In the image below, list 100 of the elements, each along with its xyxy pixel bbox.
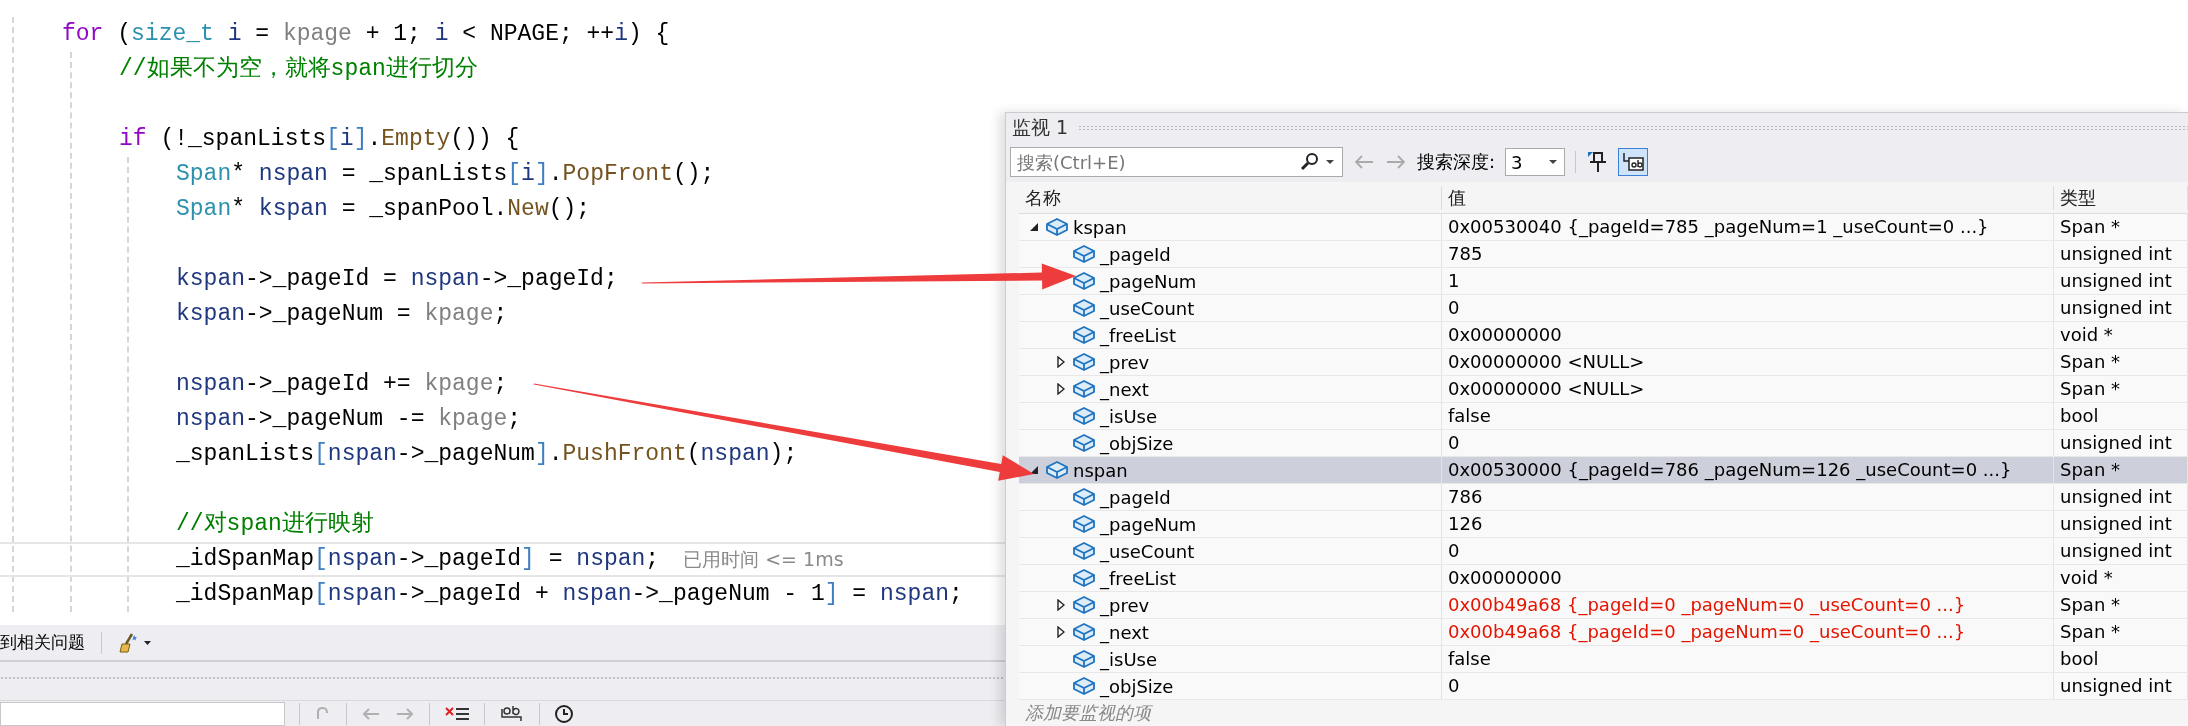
pin-icon[interactable] xyxy=(1586,150,1609,175)
value-cell: 126 xyxy=(1442,511,2054,538)
column-header[interactable]: 值 xyxy=(1442,185,2054,210)
search-field[interactable]: 搜索(Ctrl+E) xyxy=(1010,147,1343,178)
expanded-arrow-icon[interactable] xyxy=(1029,222,1039,233)
clock-icon[interactable] xyxy=(554,703,574,724)
column-header[interactable]: 名称 xyxy=(1019,185,1442,210)
watch-row[interactable]: _isUse false bool xyxy=(1019,646,2188,674)
column-header[interactable]: 类型 xyxy=(2054,185,2188,210)
field-icon xyxy=(1072,433,1096,454)
type-cell: Span * xyxy=(2054,592,2188,619)
depth-dropdown[interactable]: 3 xyxy=(1505,148,1566,177)
value-cell: 0x00b49a68 {_pageId=0 _pageNum=0 _useCount=0 ...} xyxy=(1442,592,2054,619)
value-cell: 0x00000000 xyxy=(1442,565,2054,592)
type-cell: bool xyxy=(2054,403,2188,430)
caret-icon[interactable] xyxy=(1547,158,1560,167)
watch-row[interactable]: _next 0x00b49a68 {_pageId=0 _pageNum=0 _useCount=0 ...} Span * xyxy=(1019,619,2188,647)
broom-icon[interactable] xyxy=(118,631,152,654)
type-cell: Span * xyxy=(2054,376,2188,403)
watch-row[interactable]: kspan 0x00530040 {_pageId=785 _pageNum=1 _useCount=0 ...} Span * xyxy=(1019,214,2188,242)
variable-name: _pageId xyxy=(1100,486,1171,508)
type-cell: unsigned int xyxy=(2054,673,2188,700)
type-cell: unsigned int xyxy=(2054,511,2188,538)
value-cell: false xyxy=(1442,646,2054,673)
watch-row[interactable]: _objSize 0 unsigned int xyxy=(1019,430,2188,458)
field-icon xyxy=(1072,595,1096,616)
depth-label: 搜索深度: xyxy=(1417,150,1496,175)
code-line: nspan->_pageId += kpage; xyxy=(176,370,508,399)
type-cell: Span * xyxy=(2054,457,2188,484)
variable-name: _pageId xyxy=(1100,243,1171,265)
collapsed-arrow-icon[interactable] xyxy=(1057,356,1065,369)
collapsed-arrow-icon[interactable] xyxy=(1057,626,1065,639)
value-cell: 786 xyxy=(1442,484,2054,511)
variable-name: _objSize xyxy=(1100,432,1174,454)
value-cell: 0 xyxy=(1442,673,2054,700)
watch-row[interactable]: _pageId 786 unsigned int xyxy=(1019,484,2188,512)
value-cell: 0x00530040 {_pageId=785 _pageNum=1 _useCount=0 ...} xyxy=(1442,214,2054,241)
toggle-button[interactable] xyxy=(1618,148,1649,177)
code-line: if (!_spanLists[i].Empty()) { xyxy=(119,125,520,154)
watch-row[interactable]: _useCount 0 unsigned int xyxy=(1019,538,2188,566)
field-icon xyxy=(1072,514,1096,535)
field-icon xyxy=(1072,271,1096,292)
code-line: kspan->_pageId = nspan->_pageId; xyxy=(176,265,618,294)
code-line: _idSpanMap[nspan->_pageId + nspan->_pageNum - 1] = nspan; xyxy=(176,580,963,609)
field-icon xyxy=(1072,406,1096,427)
type-cell: Span * xyxy=(2054,349,2188,376)
inline-hint: 已用时间 <= 1ms xyxy=(683,547,844,572)
watch-row[interactable]: _prev 0x00b49a68 {_pageId=0 _pageNum=0 _useCount=0 ...} Span * xyxy=(1019,592,2188,620)
watch-row[interactable]: _pageNum 126 unsigned int xyxy=(1019,511,2188,539)
value-cell: 0x00000000 xyxy=(1442,322,2054,349)
variable-name: _freeList xyxy=(1100,567,1176,589)
variable-name: _next xyxy=(1100,621,1149,643)
dropdown-field[interactable] xyxy=(0,701,285,726)
watch-row[interactable]: _pageId 785 unsigned int xyxy=(1019,241,2188,269)
variable-name: _prev xyxy=(1100,351,1150,373)
variable-name: _isUse xyxy=(1100,648,1157,670)
variable-name: _freeList xyxy=(1100,324,1176,346)
field-icon xyxy=(1072,352,1096,373)
field-icon xyxy=(1072,487,1096,508)
watch-row[interactable]: _freeList 0x00000000 void * xyxy=(1019,565,2188,593)
type-cell: bool xyxy=(2054,646,2188,673)
field-icon xyxy=(1072,244,1096,265)
value-cell: 0x00000000 <NULL> xyxy=(1442,376,2054,403)
code-line: kspan->_pageNum = kpage; xyxy=(176,300,508,329)
value-cell: false xyxy=(1442,403,2054,430)
type-cell: Span * xyxy=(2054,619,2188,646)
field-icon xyxy=(1072,649,1096,670)
error-list-label: 到相关问题 xyxy=(0,631,85,654)
collapsed-arrow-icon[interactable] xyxy=(1057,383,1065,396)
type-cell: Span * xyxy=(2054,214,2188,241)
field-icon xyxy=(1072,676,1096,697)
type-cell: unsigned int xyxy=(2054,241,2188,268)
value-cell: 0x00530000 {_pageId=786 _pageNum=126 _useCount=0 ...} xyxy=(1442,457,2054,484)
code-line: _spanLists[nspan->_pageNum].PushFront(nspan); xyxy=(176,440,798,469)
field-icon xyxy=(1045,460,1069,481)
variable-name: _useCount xyxy=(1100,297,1195,319)
watch-row[interactable]: _objSize 0 unsigned int xyxy=(1019,673,2188,701)
watch-row[interactable]: nspan 0x00530000 {_pageId=786 _pageNum=126 _useCount=0 ...} Span * xyxy=(1019,457,2188,485)
ab-icon[interactable] xyxy=(499,703,525,724)
field-icon xyxy=(1072,568,1096,589)
ab-icon xyxy=(1621,151,1646,174)
watch-row[interactable]: _prev 0x00000000 <NULL> Span * xyxy=(1019,349,2188,377)
code-line: //对span进行映射 xyxy=(176,510,374,539)
search-icon[interactable] xyxy=(1299,152,1321,173)
watch-row[interactable]: _useCount 0 unsigned int xyxy=(1019,295,2188,323)
variable-name: _useCount xyxy=(1100,540,1195,562)
watch-row[interactable]: _freeList 0x00000000 void * xyxy=(1019,322,2188,350)
value-cell: 0 xyxy=(1442,430,2054,457)
variable-name: _objSize xyxy=(1100,675,1174,697)
watch-row[interactable]: _pageNum 1 unsigned int xyxy=(1019,268,2188,296)
type-cell: void * xyxy=(2054,565,2188,592)
variable-name: _isUse xyxy=(1100,405,1157,427)
collapsed-arrow-icon[interactable] xyxy=(1057,599,1065,612)
value-cell: 1 xyxy=(1442,268,2054,295)
watch-row[interactable]: _isUse false bool xyxy=(1019,403,2188,431)
panel-title: 监视 1 xyxy=(1012,114,1069,140)
value-cell: 0 xyxy=(1442,538,2054,565)
field-icon xyxy=(1072,541,1096,562)
watch-row[interactable]: _next 0x00000000 <NULL> Span * xyxy=(1019,376,2188,404)
clear-list-icon[interactable] xyxy=(444,704,470,723)
